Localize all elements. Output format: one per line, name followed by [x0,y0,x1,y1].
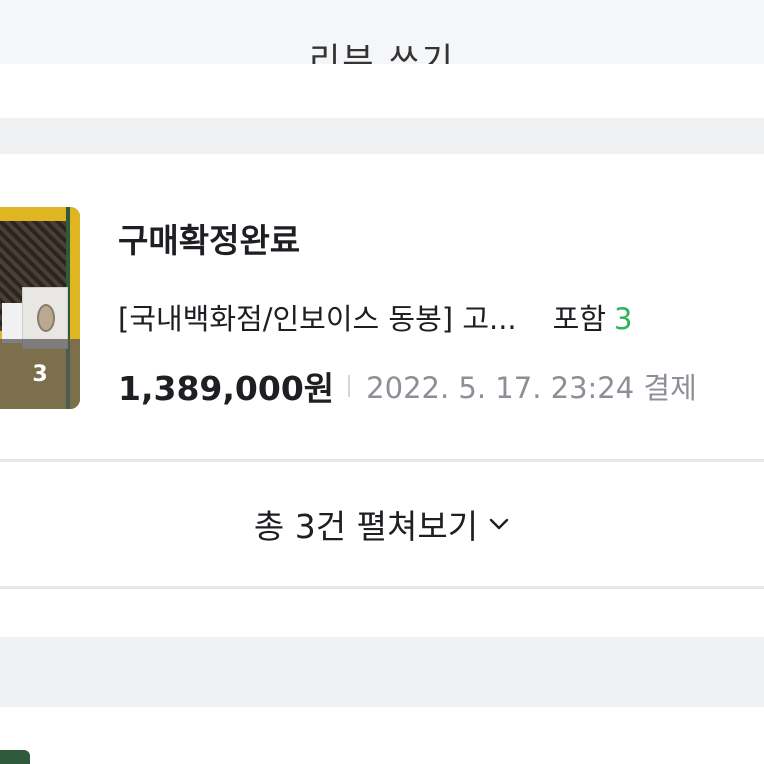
product-name-row[interactable]: [국내백화점/인보이스 동봉] 고... 포함 3 [118,296,632,338]
section-separator [0,637,764,707]
expand-label: 총 3건 펼쳐보기 [253,507,479,546]
thumbnail-item-count: 3 [0,339,80,409]
next-order-card[interactable] [0,707,764,764]
order-status: 구매확정완료 [118,221,301,260]
expand-button[interactable]: 총 3건 펼쳐보기 [0,462,764,586]
spacer [0,589,764,637]
spacer [0,64,764,118]
write-review-label: 리뷰 쓰기 [309,41,455,64]
order-price: 1,389,000원 [118,369,335,408]
payment-date: 2022. 5. 17. 23:24 결제 [366,371,697,405]
section-separator [0,118,764,154]
write-review-button[interactable]: 리뷰 쓰기 [0,0,764,64]
chevron-down-icon [488,513,510,535]
product-name: [국내백화점/인보이스 동봉] 고... [118,302,517,336]
divider [348,375,351,397]
price-row: 1,389,000원 2022. 5. 17. 23:24 결제 [118,362,697,410]
included-label: 포함 [552,302,607,336]
included-count: 3 [614,302,633,336]
product-thumbnail[interactable]: 3 [0,207,80,409]
next-product-thumbnail[interactable] [0,750,30,764]
